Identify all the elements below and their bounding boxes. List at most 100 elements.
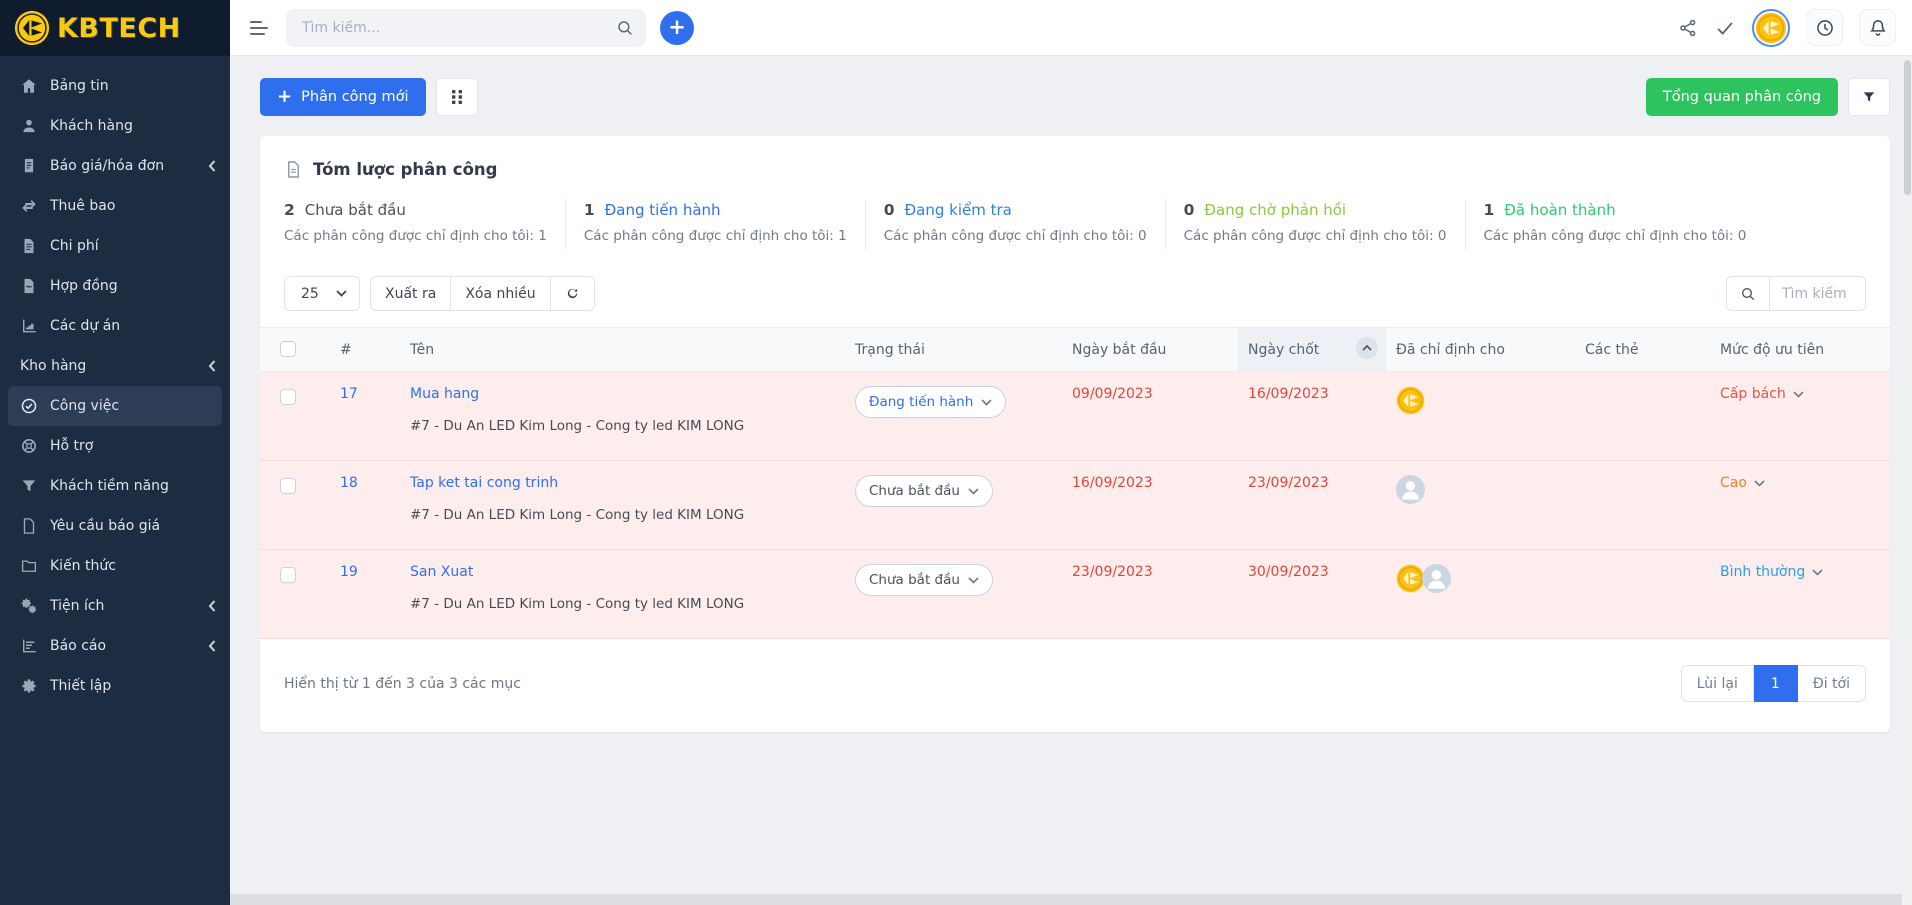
sidebar-item-hop-dong[interactable]: Hợp đồng — [0, 266, 230, 306]
funnel-icon — [20, 477, 38, 495]
summary-label[interactable]: Đã hoàn thành — [1504, 201, 1615, 219]
task-id-link[interactable]: 18 — [340, 475, 358, 491]
column-header-ngay-bat-dau[interactable]: Ngày bắt đầu — [1062, 328, 1238, 372]
column-header-ngay-chot[interactable]: Ngày chốt — [1238, 328, 1386, 372]
bell-icon[interactable] — [1859, 9, 1896, 46]
task-name-link[interactable]: Tap ket tai cong trinh — [410, 475, 558, 491]
clock-icon[interactable] — [1806, 9, 1843, 46]
pagination: Lùi lại 1 Đi tới — [1681, 665, 1866, 702]
global-search-input[interactable] — [302, 20, 616, 36]
assignments-table: # Tên Trạng thái Ngày bắt đầu Ngày chốt … — [260, 327, 1890, 639]
sort-asc-icon[interactable] — [1356, 337, 1378, 359]
check-icon[interactable] — [1714, 17, 1736, 39]
task-name-link[interactable]: San Xuat — [410, 564, 473, 580]
grid-view-button[interactable] — [436, 78, 478, 116]
task-project[interactable]: #7 - Du An LED Kim Long - Cong ty led KI… — [410, 596, 835, 612]
pagination-info: Hiển thị từ 1 đến 3 của 3 các mục — [284, 676, 521, 692]
refresh-button[interactable] — [551, 276, 595, 311]
column-header-cac-the[interactable]: Các thẻ — [1575, 328, 1710, 372]
refresh-icon — [565, 286, 580, 301]
status-dropdown[interactable]: Đang tiến hành — [855, 386, 1006, 418]
priority-dropdown[interactable]: Bình thường — [1720, 564, 1823, 580]
task-id-link[interactable]: 17 — [340, 386, 358, 402]
chevron-left-icon — [208, 600, 216, 612]
bulk-delete-button[interactable]: Xóa nhiều — [451, 276, 550, 311]
summary-card-dang-kiem-tra: 0 Đang kiểm tra Các phân công được chỉ đ… — [865, 199, 1165, 250]
column-header-id[interactable]: # — [330, 328, 400, 372]
scrollbar-thumb[interactable] — [1904, 60, 1911, 195]
assignee-avatar-kbtech[interactable] — [1396, 386, 1425, 415]
filter-button[interactable] — [1848, 78, 1890, 116]
assignee-avatar-person[interactable] — [1422, 564, 1451, 593]
page-size-select[interactable]: 25 — [284, 276, 360, 311]
chevron-left-icon — [208, 360, 216, 372]
priority-dropdown[interactable]: Cao — [1720, 475, 1765, 491]
share-icon[interactable] — [1678, 18, 1698, 38]
pagination-page-1[interactable]: 1 — [1754, 665, 1798, 702]
assignee-avatar-kbtech[interactable] — [1396, 564, 1425, 593]
sidebar-item-ho-tro[interactable]: Hỗ trợ — [0, 426, 230, 466]
new-assignment-button[interactable]: + Phân công mới — [260, 78, 426, 116]
sidebar-item-cong-viec[interactable]: Công việc — [8, 386, 222, 426]
column-header-trang-thai[interactable]: Trạng thái — [845, 328, 1062, 372]
task-project[interactable]: #7 - Du An LED Kim Long - Cong ty led KI… — [410, 418, 835, 434]
sidebar-item-tien-ich[interactable]: Tiện ích — [0, 586, 230, 626]
summary-label[interactable]: Đang kiểm tra — [905, 201, 1012, 219]
row-checkbox[interactable] — [280, 389, 296, 405]
sidebar-item-yeu-cau-bao-gia[interactable]: Yêu cầu báo giá — [0, 506, 230, 546]
sidebar-item-bao-gia-hoa-don[interactable]: Báo giá/hóa đơn — [0, 146, 230, 186]
pagination-next-button[interactable]: Đi tới — [1798, 665, 1866, 702]
row-checkbox[interactable] — [280, 567, 296, 583]
menu-icon[interactable] — [246, 17, 272, 39]
vertical-scrollbar[interactable] — [1902, 56, 1912, 905]
sidebar-item-kien-thuc[interactable]: Kiến thức — [0, 546, 230, 586]
contract-icon — [20, 277, 38, 295]
pagination-prev-button[interactable]: Lùi lại — [1681, 665, 1754, 702]
chevron-down-icon — [336, 290, 347, 297]
chevron-down-icon — [1793, 391, 1804, 398]
assignee-avatar-person[interactable] — [1396, 475, 1425, 504]
column-header-ten[interactable]: Tên — [400, 328, 845, 372]
task-name-link[interactable]: Mua hang — [410, 386, 479, 402]
priority-dropdown[interactable]: Cấp bách — [1720, 386, 1804, 402]
status-dropdown[interactable]: Chưa bắt đầu — [855, 475, 993, 507]
due-date: 30/09/2023 — [1238, 550, 1386, 639]
sidebar-item-bao-cao[interactable]: Báo cáo — [0, 626, 230, 666]
task-project[interactable]: #7 - Du An LED Kim Long - Cong ty led KI… — [410, 507, 835, 523]
chevron-down-icon — [968, 577, 979, 584]
table-search-button[interactable] — [1726, 276, 1770, 311]
sidebar-item-bang-tin[interactable]: Bảng tin — [0, 66, 230, 106]
summary-label[interactable]: Đang chờ phản hồi — [1204, 201, 1346, 219]
sidebar-item-thue-bao[interactable]: Thuê bao — [0, 186, 230, 226]
gears-icon — [20, 597, 38, 615]
avatar[interactable] — [1752, 9, 1790, 47]
select-all-checkbox[interactable] — [280, 341, 296, 357]
brand-logo[interactable]: KBTECH — [0, 0, 230, 56]
task-id-link[interactable]: 19 — [340, 564, 358, 580]
sidebar-item-cac-du-an[interactable]: Các dự án — [0, 306, 230, 346]
sidebar-item-khach-tiem-nang[interactable]: Khách tiềm năng — [0, 466, 230, 506]
status-dropdown[interactable]: Chưa bắt đầu — [855, 564, 993, 596]
home-icon — [20, 77, 38, 95]
start-date: 16/09/2023 — [1062, 461, 1238, 550]
gear-icon — [20, 677, 38, 695]
chevron-left-icon — [208, 160, 216, 172]
sidebar-item-kho-hang[interactable]: Kho hàng — [0, 346, 230, 386]
summary-label[interactable]: Chưa bắt đầu — [305, 201, 406, 219]
sidebar-item-thiet-lap[interactable]: Thiết lập — [0, 666, 230, 706]
quick-add-button[interactable]: + — [660, 11, 694, 45]
export-button[interactable]: Xuất ra — [370, 276, 451, 311]
table-row: 18 Tap ket tai cong trinh #7 - Du An LED… — [260, 461, 1890, 550]
report-icon — [20, 637, 38, 655]
row-checkbox[interactable] — [280, 478, 296, 494]
overview-button[interactable]: Tổng quan phân công — [1646, 78, 1838, 116]
summary-card-dang-cho-phan-hoi: 0 Đang chờ phản hồi Các phân công được c… — [1165, 199, 1465, 250]
column-header-muc-do-uu-tien[interactable]: Mức độ ưu tiên — [1710, 328, 1890, 372]
horizontal-scrollbar[interactable] — [230, 894, 1902, 905]
search-icon[interactable] — [616, 19, 634, 37]
sidebar-item-khach-hang[interactable]: Khách hàng — [0, 106, 230, 146]
table-search-input[interactable] — [1770, 276, 1866, 311]
column-header-da-chi-dinh-cho[interactable]: Đã chỉ định cho — [1386, 328, 1575, 372]
summary-label[interactable]: Đang tiến hành — [605, 201, 721, 219]
sidebar-item-chi-phi[interactable]: Chi phí — [0, 226, 230, 266]
